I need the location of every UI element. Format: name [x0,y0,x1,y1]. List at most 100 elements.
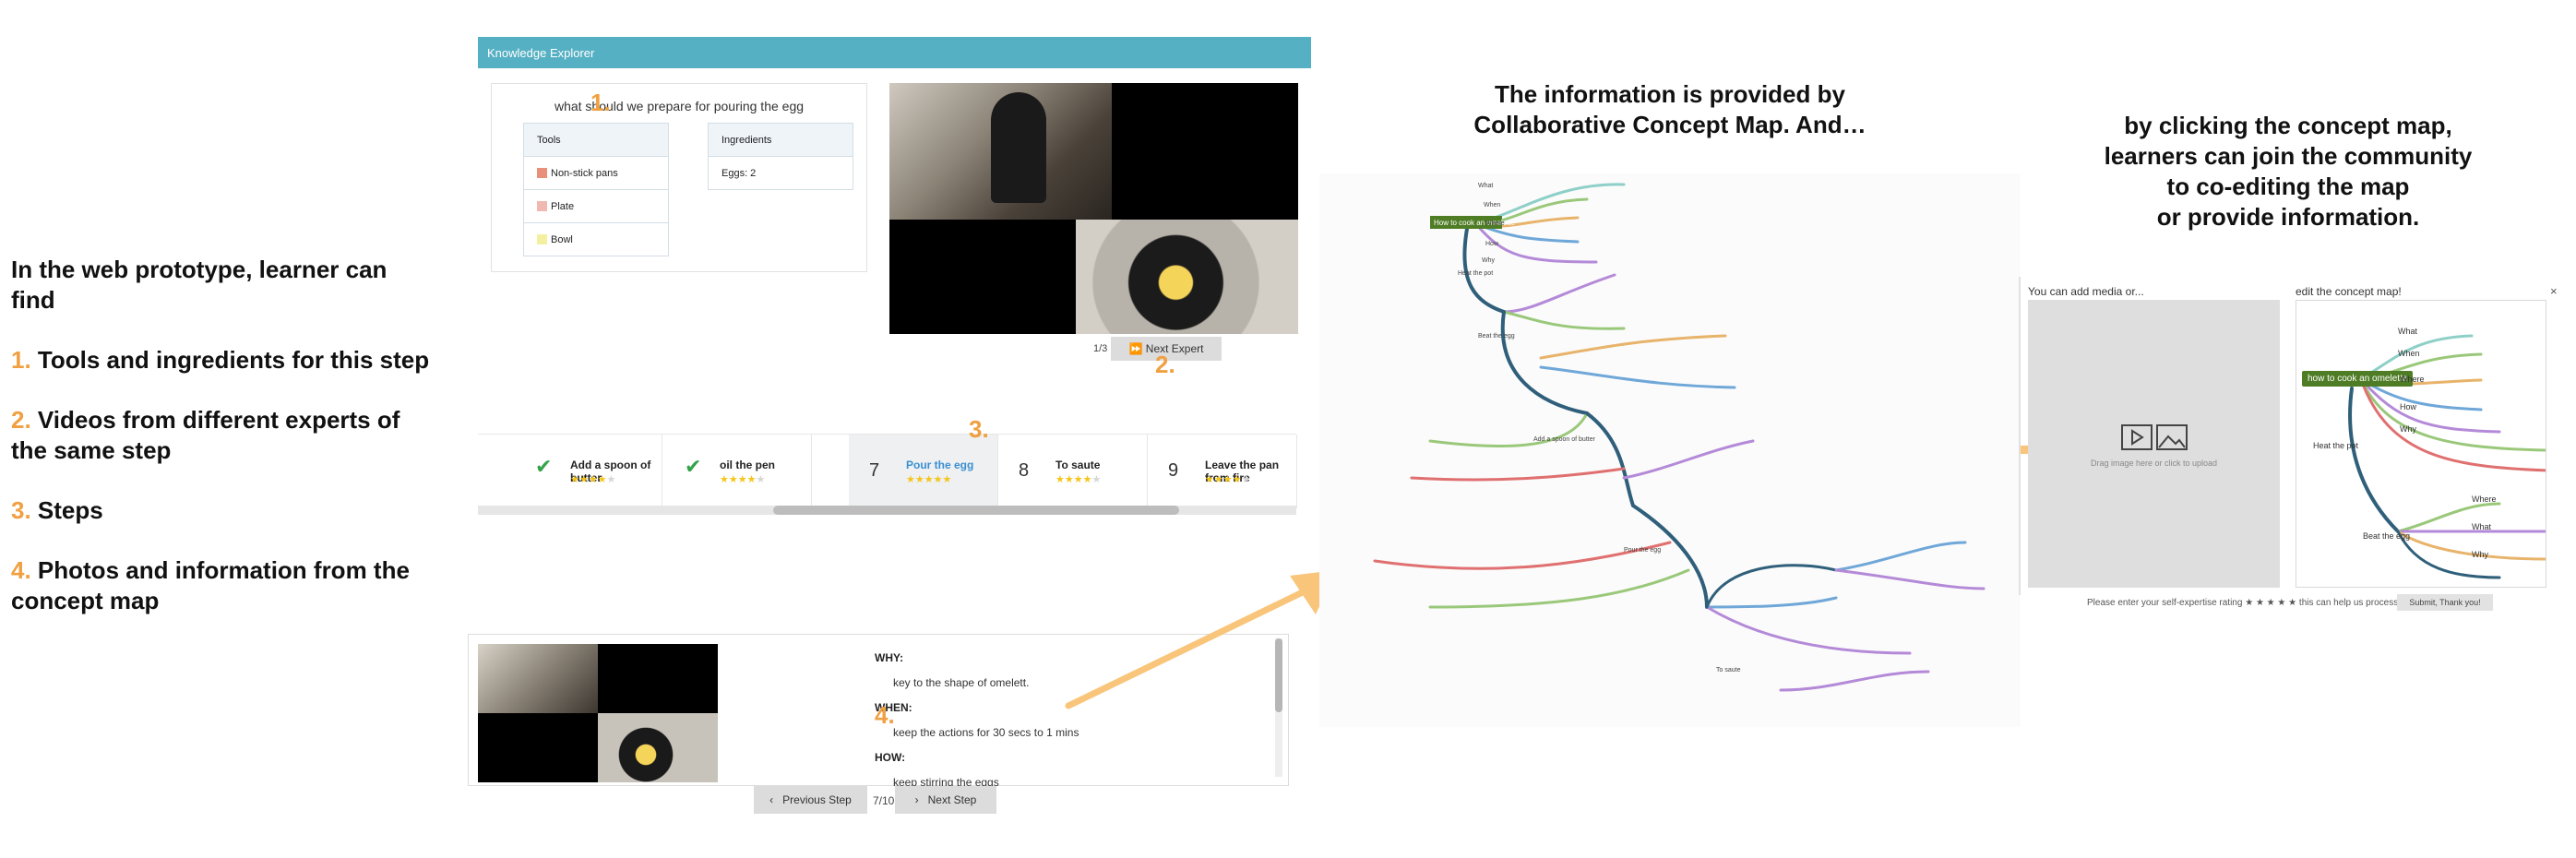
tool-swatch [537,168,547,179]
right-caption-line-3: to co-editing the map [2166,173,2410,200]
branch-label: When [1484,202,1500,209]
tool-row: Non-stick pans [523,156,669,190]
twig [1705,596,1838,609]
note-num: 1. [11,346,31,374]
note-intro: In the web prototype, learner can find [11,256,388,314]
why-label: WHY: [875,651,904,664]
tool-label: Bowl [551,233,573,245]
rating-stars: ★★★★★ [906,474,952,485]
media-upload-hint: Drag image here or click to upload [2090,459,2218,468]
expert-count: 1/3 [1093,343,1108,354]
how-label: HOW: [875,751,906,764]
branch-label: Heat the pot [1458,270,1493,277]
edit-map-title: edit the concept map! [2296,285,2402,298]
step-photo [478,644,718,782]
step-item-active[interactable]: 7 Pour the egg ★★★★★ [849,435,998,508]
edit-branch-label: When [2398,349,2420,358]
step-number: 9 [1168,460,1179,481]
note-item-1: 1. Tools and ingredients for this step [11,345,431,375]
rating-stars: ★★★★★ [1055,474,1102,485]
rating-stars: ★★★★★ [720,474,766,485]
edit-branch-label: Where [2472,495,2497,504]
chevron-right-icon: › [914,793,928,806]
right-caption-line-4: or provide information. [2156,203,2420,231]
self-expertise-rating[interactable]: Please enter your self-expertise rating … [2087,598,2441,608]
right-caption-line-2: learners can join the community [2104,142,2473,170]
right-caption-line-1: by clicking the concept map, [2124,112,2452,139]
media-upload-dropzone[interactable]: Drag image here or click to upload [2028,300,2280,588]
next-step-label: Next Step [927,793,977,806]
tool-swatch [537,234,547,245]
marker-3: 3. [969,415,989,443]
concept-map[interactable]: How to cook an omelette What When Where … [1319,173,2021,727]
edit-branch-label: What [2472,522,2492,531]
marker-2: 2. [1155,351,1175,378]
chevron-left-icon: ‹ [769,793,783,806]
why-value: key to the shape of omelett. [893,676,1030,689]
step-item[interactable]: 9 Leave the pan from fire ★★★★★ [1148,435,1297,508]
twig [1622,439,1755,480]
tool-row: Plate [523,189,669,223]
marker-1: 1. [590,89,611,116]
ingredients-header: Ingredients [708,123,853,157]
edit-root-node[interactable]: how to cook an omelette [2302,371,2414,387]
person-figure [991,92,1046,203]
rating-stars: ★★★★★ [570,474,616,485]
when-label: WHEN: [875,701,912,714]
edit-branch-label: How [2400,402,2417,411]
next-step-button[interactable]: › Next Step [895,786,996,814]
knowledge-explorer-header: Knowledge Explorer [478,37,1311,68]
branch-label: Where [1485,220,1505,227]
step-label: Pour the egg [906,459,974,471]
branch-label: Add a spoon of butter [1533,436,1596,443]
note-num: 4. [11,556,31,584]
marker-4: 4. [875,701,895,729]
tools-table: Tools Non-stick pans Plate Bowl [523,123,669,256]
ingredient-row: Eggs: 2 [708,156,853,190]
when-value: keep the actions for 30 secs to 1 mins [893,726,1079,739]
check-icon: ✔ [535,455,553,478]
note-text: Steps [37,496,103,524]
edit-branch-label: Why [2400,424,2416,434]
check-icon: ✔ [685,455,702,478]
previous-step-button[interactable]: ‹ Previous Step [754,786,867,814]
branch-label: To saute [1716,667,1741,673]
twig [1502,273,1616,314]
edit-branch-label: Where [2400,375,2425,384]
note-item-4: 4. Photos and information from the conce… [11,555,431,616]
kitchen-photo [478,644,598,713]
right-caption: by clicking the concept map, learners ca… [2067,111,2510,232]
arrow-shaft [1065,585,1314,709]
media-upload-icon [2121,424,2188,450]
tool-row: Bowl [523,222,669,256]
edit-concept-map[interactable]: how to cook an omelette What When Where … [2296,300,2546,588]
step-item[interactable]: ✔ oil the pen ★★★★★ [662,435,812,508]
expert-video[interactable] [889,83,1298,334]
note-text: Photos and information from the concept … [11,556,410,614]
twig [1502,310,1626,330]
panel-divider [2019,277,2021,595]
video-icon [2121,424,2153,450]
branch-label: How [1485,241,1499,247]
twig [1410,467,1626,482]
twig [1539,334,1727,360]
edit-branch-label: Why [2472,550,2488,559]
step-label: oil the pen [720,459,775,471]
branch-label: Why [1482,257,1496,264]
branch-label: Beat the egg [1478,333,1515,340]
twig [1779,670,1930,692]
concept-map-graph: How to cook an omelette What When Where … [1373,183,1986,692]
caption-line-1: The information is provided by [1495,80,1845,108]
arrow-to-concept-map [1065,570,1336,709]
branch-label: What [1478,183,1493,189]
close-icon[interactable]: × [2550,284,2558,298]
step-item[interactable]: ✔ Add a spoon of butter ★★★★★ [513,435,662,508]
tool-swatch [537,201,547,212]
note-num: 2. [11,406,31,434]
step-item[interactable]: 8 To saute ★★★★★ [998,435,1148,508]
step-scrollbar-thumb[interactable] [773,506,1179,515]
twig [1705,605,1912,655]
tools-header: Tools [523,123,669,157]
note-num: 3. [11,496,31,524]
submit-button[interactable]: Submit, Thank you! [2397,594,2493,611]
